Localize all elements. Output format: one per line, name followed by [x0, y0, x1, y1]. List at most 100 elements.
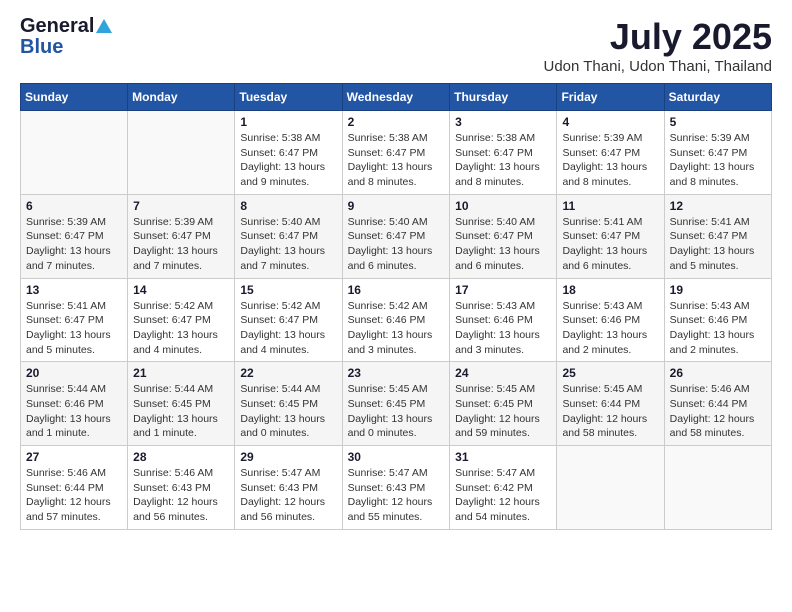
weekday-header-sunday: Sunday	[21, 84, 128, 111]
calendar-cell: 16 Sunrise: 5:42 AM Sunset: 6:46 PM Dayli…	[342, 278, 450, 362]
calendar-cell: 17 Sunrise: 5:43 AM Sunset: 6:46 PM Dayli…	[450, 278, 557, 362]
calendar-cell: 20 Sunrise: 5:44 AM Sunset: 6:46 PM Dayli…	[21, 362, 128, 446]
weekday-header-tuesday: Tuesday	[235, 84, 342, 111]
day-info: Sunrise: 5:42 AM Sunset: 6:47 PM Dayligh…	[240, 299, 336, 358]
day-info: Sunrise: 5:42 AM Sunset: 6:46 PM Dayligh…	[348, 299, 445, 358]
calendar-cell: 12 Sunrise: 5:41 AM Sunset: 6:47 PM Dayli…	[664, 194, 771, 278]
day-info: Sunrise: 5:44 AM Sunset: 6:45 PM Dayligh…	[240, 382, 336, 441]
day-info: Sunrise: 5:40 AM Sunset: 6:47 PM Dayligh…	[455, 215, 551, 274]
day-info: Sunrise: 5:47 AM Sunset: 6:42 PM Dayligh…	[455, 466, 551, 525]
calendar-cell: 22 Sunrise: 5:44 AM Sunset: 6:45 PM Dayli…	[235, 362, 342, 446]
day-number: 27	[26, 450, 122, 464]
calendar-cell: 26 Sunrise: 5:46 AM Sunset: 6:44 PM Dayli…	[664, 362, 771, 446]
day-info: Sunrise: 5:46 AM Sunset: 6:44 PM Dayligh…	[26, 466, 122, 525]
day-number: 18	[562, 283, 658, 297]
calendar-cell: 30 Sunrise: 5:47 AM Sunset: 6:43 PM Dayli…	[342, 446, 450, 530]
day-number: 31	[455, 450, 551, 464]
weekday-header-monday: Monday	[128, 84, 235, 111]
calendar-cell: 14 Sunrise: 5:42 AM Sunset: 6:47 PM Dayli…	[128, 278, 235, 362]
weekday-header-friday: Friday	[557, 84, 664, 111]
day-info: Sunrise: 5:41 AM Sunset: 6:47 PM Dayligh…	[26, 299, 122, 358]
calendar-week-2: 6 Sunrise: 5:39 AM Sunset: 6:47 PM Daylig…	[21, 194, 772, 278]
day-info: Sunrise: 5:39 AM Sunset: 6:47 PM Dayligh…	[133, 215, 229, 274]
calendar-cell: 21Sunrise: 5:44 AM Sunset: 6:45 PM Dayli…	[128, 362, 235, 446]
calendar-cell: 27 Sunrise: 5:46 AM Sunset: 6:44 PM Dayli…	[21, 446, 128, 530]
day-number: 9	[348, 199, 445, 213]
day-number: 22	[240, 366, 336, 380]
day-info: Sunrise: 5:47 AM Sunset: 6:43 PM Dayligh…	[240, 466, 336, 525]
day-number: 16	[348, 283, 445, 297]
day-number: 11	[562, 199, 658, 213]
calendar-cell: 4Sunrise: 5:39 AM Sunset: 6:47 PM Daylig…	[557, 111, 664, 195]
logo-blue-text: Blue	[20, 37, 63, 57]
day-info: Sunrise: 5:45 AM Sunset: 6:44 PM Dayligh…	[562, 382, 658, 441]
logo: General Blue	[20, 16, 112, 57]
day-number: 12	[670, 199, 766, 213]
day-number: 6	[26, 199, 122, 213]
calendar-cell	[21, 111, 128, 195]
calendar-cell: 15 Sunrise: 5:42 AM Sunset: 6:47 PM Dayli…	[235, 278, 342, 362]
calendar-week-1: 1 Sunrise: 5:38 AM Sunset: 6:47 PM Daylig…	[21, 111, 772, 195]
day-info: Sunrise: 5:47 AM Sunset: 6:43 PM Dayligh…	[348, 466, 445, 525]
calendar-week-3: 13 Sunrise: 5:41 AM Sunset: 6:47 PM Dayli…	[21, 278, 772, 362]
calendar-cell: 19Sunrise: 5:43 AM Sunset: 6:46 PM Dayli…	[664, 278, 771, 362]
calendar-table: SundayMondayTuesdayWednesdayThursdayFrid…	[20, 83, 772, 530]
day-info: Sunrise: 5:42 AM Sunset: 6:47 PM Dayligh…	[133, 299, 229, 358]
title-area: July 2025 Udon Thani, Udon Thani, Thaila…	[544, 16, 773, 75]
day-number: 26	[670, 366, 766, 380]
day-number: 28	[133, 450, 229, 464]
calendar-week-4: 20 Sunrise: 5:44 AM Sunset: 6:46 PM Dayli…	[21, 362, 772, 446]
day-info: Sunrise: 5:44 AM Sunset: 6:45 PM Dayligh…	[133, 382, 229, 441]
calendar-cell: 25 Sunrise: 5:45 AM Sunset: 6:44 PM Dayli…	[557, 362, 664, 446]
weekday-header-wednesday: Wednesday	[342, 84, 450, 111]
day-number: 2	[348, 115, 445, 129]
logo-top: General	[20, 16, 112, 37]
logo-general-text: General	[20, 15, 94, 37]
calendar-cell: 28 Sunrise: 5:46 AM Sunset: 6:43 PM Dayli…	[128, 446, 235, 530]
calendar-cell: 9 Sunrise: 5:40 AM Sunset: 6:47 PM Daylig…	[342, 194, 450, 278]
day-number: 29	[240, 450, 336, 464]
weekday-header-saturday: Saturday	[664, 84, 771, 111]
day-info: Sunrise: 5:43 AM Sunset: 6:46 PM Dayligh…	[670, 299, 766, 358]
day-number: 5	[670, 115, 766, 129]
calendar-week-5: 27 Sunrise: 5:46 AM Sunset: 6:44 PM Dayli…	[21, 446, 772, 530]
day-number: 30	[348, 450, 445, 464]
day-info: Sunrise: 5:45 AM Sunset: 6:45 PM Dayligh…	[348, 382, 445, 441]
day-number: 3	[455, 115, 551, 129]
day-info: Sunrise: 5:43 AM Sunset: 6:46 PM Dayligh…	[455, 299, 551, 358]
day-info: Sunrise: 5:40 AM Sunset: 6:47 PM Dayligh…	[348, 215, 445, 274]
calendar-cell	[557, 446, 664, 530]
calendar-cell: 10Sunrise: 5:40 AM Sunset: 6:47 PM Dayli…	[450, 194, 557, 278]
day-info: Sunrise: 5:46 AM Sunset: 6:44 PM Dayligh…	[670, 382, 766, 441]
calendar-cell	[128, 111, 235, 195]
day-info: Sunrise: 5:44 AM Sunset: 6:46 PM Dayligh…	[26, 382, 122, 441]
day-number: 8	[240, 199, 336, 213]
calendar-cell: 29 Sunrise: 5:47 AM Sunset: 6:43 PM Dayli…	[235, 446, 342, 530]
calendar-cell: 23Sunrise: 5:45 AM Sunset: 6:45 PM Dayli…	[342, 362, 450, 446]
day-info: Sunrise: 5:38 AM Sunset: 6:47 PM Dayligh…	[348, 131, 445, 190]
weekday-header-thursday: Thursday	[450, 84, 557, 111]
day-info: Sunrise: 5:40 AM Sunset: 6:47 PM Dayligh…	[240, 215, 336, 274]
day-number: 7	[133, 199, 229, 213]
day-info: Sunrise: 5:38 AM Sunset: 6:47 PM Dayligh…	[240, 131, 336, 190]
calendar-cell: 13 Sunrise: 5:41 AM Sunset: 6:47 PM Dayli…	[21, 278, 128, 362]
day-info: Sunrise: 5:41 AM Sunset: 6:47 PM Dayligh…	[562, 215, 658, 274]
day-info: Sunrise: 5:43 AM Sunset: 6:46 PM Dayligh…	[562, 299, 658, 358]
day-number: 20	[26, 366, 122, 380]
day-info: Sunrise: 5:39 AM Sunset: 6:47 PM Dayligh…	[562, 131, 658, 190]
day-number: 14	[133, 283, 229, 297]
calendar-cell	[664, 446, 771, 530]
day-number: 1	[240, 115, 336, 129]
day-number: 25	[562, 366, 658, 380]
day-info: Sunrise: 5:45 AM Sunset: 6:45 PM Dayligh…	[455, 382, 551, 441]
day-info: Sunrise: 5:46 AM Sunset: 6:43 PM Dayligh…	[133, 466, 229, 525]
day-info: Sunrise: 5:41 AM Sunset: 6:47 PM Dayligh…	[670, 215, 766, 274]
calendar-cell: 3Sunrise: 5:38 AM Sunset: 6:47 PM Daylig…	[450, 111, 557, 195]
calendar-cell: 6Sunrise: 5:39 AM Sunset: 6:47 PM Daylig…	[21, 194, 128, 278]
day-number: 24	[455, 366, 551, 380]
day-number: 13	[26, 283, 122, 297]
day-number: 17	[455, 283, 551, 297]
calendar-cell: 5Sunrise: 5:39 AM Sunset: 6:47 PM Daylig…	[664, 111, 771, 195]
day-number: 15	[240, 283, 336, 297]
page-header: General Blue July 2025 Udon Thani, Udon …	[20, 16, 772, 75]
